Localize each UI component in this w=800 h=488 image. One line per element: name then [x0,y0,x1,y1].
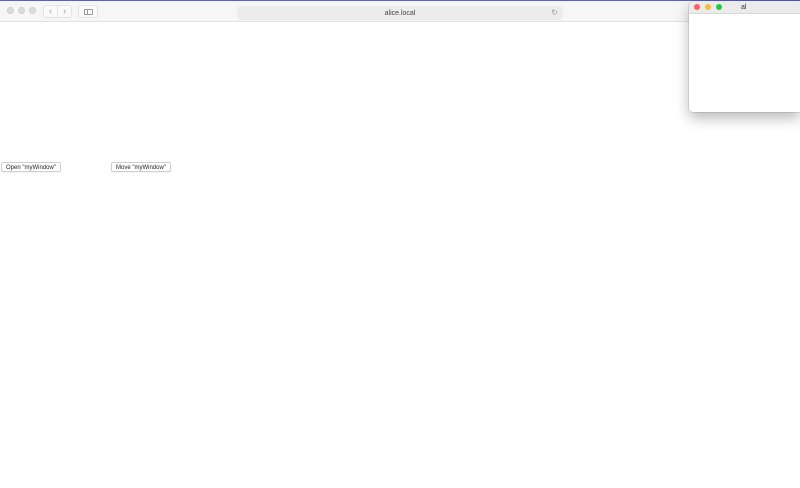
chevron-right-icon[interactable]: › [57,6,71,17]
minimize-window-icon[interactable] [18,7,25,14]
address-bar[interactable]: alice.local ↻ [237,6,563,20]
address-text: alice.local [384,9,416,17]
sidebar-toggle-button[interactable] [78,5,98,18]
chevron-left-icon[interactable]: ‹ [44,6,57,17]
popup-zoom-icon[interactable] [716,4,722,10]
browser-toolbar: ‹ › alice.local ↻ [0,1,800,22]
popup-minimize-icon[interactable] [705,4,711,10]
open-mywindow-button[interactable]: Open "myWindow" [1,162,61,172]
move-mywindow-button[interactable]: Move "myWindow" [111,162,171,172]
close-window-icon[interactable] [7,7,14,14]
sidebar-icon [83,8,93,15]
popup-close-icon[interactable] [694,4,700,10]
zoom-window-icon[interactable] [29,7,36,14]
popup-title: al [741,4,747,11]
popup-window: al [689,1,800,112]
screen: ‹ › alice.local ↻ Open "myWindow" Move "… [0,0,800,488]
navigation-buttons: ‹ › [43,5,72,18]
popup-titlebar[interactable]: al [689,1,800,14]
reload-icon[interactable]: ↻ [551,8,558,18]
